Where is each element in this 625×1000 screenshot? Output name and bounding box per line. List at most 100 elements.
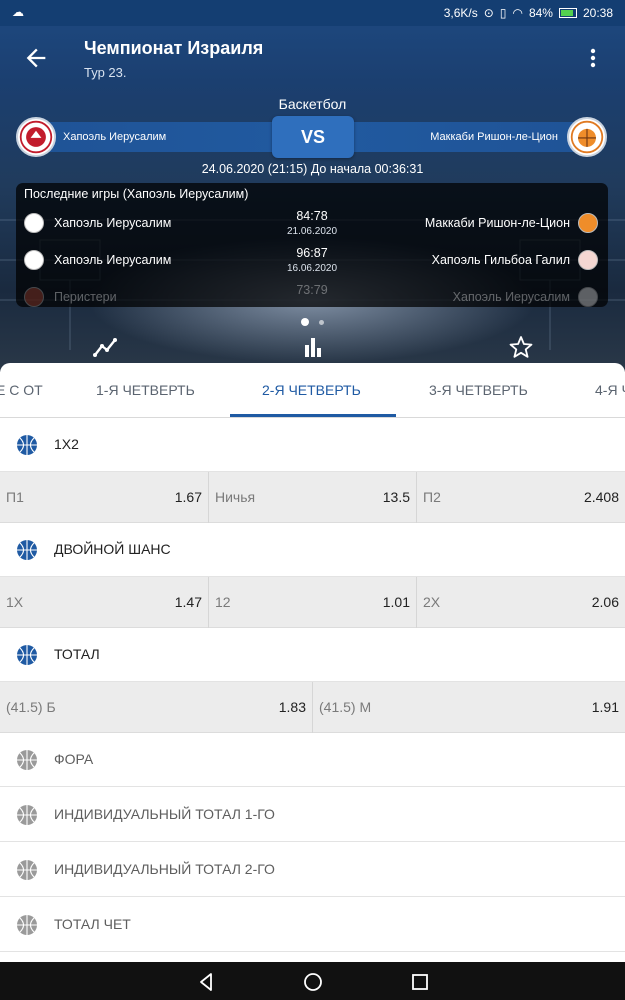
market-title: ФОРА xyxy=(54,751,94,767)
market-1x2-header[interactable]: 1X2 xyxy=(0,418,625,472)
team-logo-icon xyxy=(578,250,598,270)
last-game-score: 84:78 xyxy=(296,209,328,223)
odds-cell[interactable]: П1 1.67 xyxy=(0,472,209,523)
odds-cell[interactable]: П2 2.408 xyxy=(417,472,625,523)
odds-cell[interactable]: 1Х 1.47 xyxy=(0,577,209,628)
more-vert-icon[interactable] xyxy=(581,46,605,70)
tab-quarter-4[interactable]: 4-Я Ч xyxy=(595,363,625,417)
last-game-home: Хапоэль Иерусалим xyxy=(54,253,172,267)
page-subtitle: Тур 23. xyxy=(84,65,127,80)
market-total-header[interactable]: ТОТАЛ xyxy=(0,628,625,682)
battery-icon xyxy=(558,8,577,18)
odds-cell[interactable]: Ничья 13.5 xyxy=(209,472,417,523)
system-nav-bar xyxy=(0,962,625,1000)
last-game-date: 16.06.2020 xyxy=(286,263,338,274)
team-logo-icon xyxy=(24,287,44,307)
market-double-chance-header[interactable]: ДВОЙНОЙ ШАНС xyxy=(0,523,625,577)
team-logo-icon xyxy=(24,250,44,270)
last-game-away: Хапоэль Гильбоа Галил xyxy=(431,253,570,267)
odds-cell[interactable]: 2Х 2.06 xyxy=(417,577,625,628)
basketball-icon xyxy=(17,540,37,560)
vibrate-icon: ▯ xyxy=(499,6,507,20)
odds-value: 1.83 xyxy=(278,699,306,715)
odds-value: 1.01 xyxy=(382,594,410,610)
last-game-away: Хапоэль Иерусалим xyxy=(452,290,570,304)
team-logo-icon xyxy=(578,287,598,307)
odds-cell[interactable]: (41.5) М 1.91 xyxy=(313,682,625,733)
tab-quarter-3[interactable]: 3-Я ЧЕТВЕРТЬ xyxy=(429,363,528,417)
vs-badge: VS xyxy=(272,116,354,158)
market-ind-total-2-header[interactable]: ИНДИВИДУАЛЬНЫЙ ТОТАЛ 2-ГО xyxy=(0,843,625,897)
away-team-logo[interactable] xyxy=(567,117,607,157)
odds-row: П1 1.67 Ничья 13.5 П2 2.408 xyxy=(0,472,625,523)
bar-chart-icon[interactable] xyxy=(298,332,328,362)
star-icon[interactable] xyxy=(506,332,536,362)
market-title: ДВОЙНОЙ ШАНС xyxy=(54,541,171,557)
odds-cell[interactable]: 12 1.01 xyxy=(209,577,417,628)
match-header: ☁ 3,6K/s ⊙ ▯ ◠ 84% 20:38 Чемпионат Израи… xyxy=(0,0,625,372)
carousel-indicator xyxy=(0,313,625,331)
tab-quarter-2[interactable]: 2-Я ЧЕТВЕРТЬ xyxy=(262,363,361,417)
odds-label: П2 xyxy=(423,489,441,505)
carousel-dot xyxy=(319,320,325,325)
match-datetime: 24.06.2020 (21:15) До начала 00:36:31 xyxy=(201,162,424,176)
market-handicap-header[interactable]: ФОРА xyxy=(0,733,625,787)
odds-cell[interactable]: (41.5) Б 1.83 xyxy=(0,682,313,733)
team-logo-icon xyxy=(24,213,44,233)
home-team-name[interactable]: Хапоэль Иерусалим xyxy=(63,131,166,143)
market-ind-total-1-header[interactable]: ИНДИВИДУАЛЬНЫЙ ТОТАЛ 1-ГО xyxy=(0,788,625,842)
market-title: ТОТАЛ xyxy=(54,646,100,662)
basketball-icon xyxy=(17,915,37,935)
line-chart-icon[interactable] xyxy=(90,332,120,362)
odds-label: 2Х xyxy=(423,594,441,610)
odds-value: 1.67 xyxy=(174,489,202,505)
odds-value: 1.91 xyxy=(591,699,619,715)
location-icon: ⊙ xyxy=(483,6,494,20)
odds-value: 13.5 xyxy=(382,489,410,505)
last-game-home: Перистери xyxy=(54,290,117,304)
odds-row: (41.5) Б 1.83 (41.5) М 1.91 xyxy=(0,682,625,733)
page-title: Чемпионат Израиля xyxy=(84,38,264,58)
app-bar: Чемпионат Израиля Тур 23. xyxy=(0,26,625,90)
odds-value: 1.47 xyxy=(174,594,202,610)
odds-value: 2.408 xyxy=(583,489,619,505)
odds-value: 2.06 xyxy=(591,594,619,610)
market-total-even-header[interactable]: ТОТАЛ ЧЕТ xyxy=(0,898,625,952)
away-team-name[interactable]: Маккаби Ришон-ле-Цион xyxy=(430,131,558,143)
basketball-icon xyxy=(17,805,37,825)
odds-label: П1 xyxy=(6,489,24,505)
basketball-icon xyxy=(17,435,37,455)
market-title: ТОТАЛ ЧЕТ xyxy=(54,916,131,932)
last-game-date: 21.06.2020 xyxy=(286,226,338,237)
odds-label: 1Х xyxy=(6,594,24,610)
tab-overtime[interactable]: Е С ОТ xyxy=(0,363,43,417)
sport-label: Баскетбол xyxy=(278,96,347,112)
nav-recents-icon[interactable] xyxy=(408,970,432,994)
basketball-icon xyxy=(17,750,37,770)
status-bar: ☁ 3,6K/s ⊙ ▯ ◠ 84% 20:38 xyxy=(0,0,625,26)
clock: 20:38 xyxy=(582,6,613,20)
odds-label: Ничья xyxy=(215,489,256,505)
basketball-icon xyxy=(17,645,37,665)
last-game-row[interactable]: Хапоэль Иерусалим 96:87 16.06.2020 Хапоэ… xyxy=(16,242,608,280)
tab-quarter-1[interactable]: 1-Я ЧЕТВЕРТЬ xyxy=(96,363,195,417)
nav-home-icon[interactable] xyxy=(301,970,325,994)
team-logo-icon xyxy=(578,213,598,233)
last-game-away: Маккаби Ришон-ле-Цион xyxy=(424,216,570,230)
last-game-score: 73:79 xyxy=(296,283,328,297)
last-games-heading: Последние игры (Хапоэль Иерусалим) xyxy=(24,187,249,201)
market-title: ИНДИВИДУАЛЬНЫЙ ТОТАЛ 2-ГО xyxy=(54,861,275,877)
odds-label: (41.5) М xyxy=(319,699,372,715)
cloud-icon: ☁ xyxy=(12,5,24,19)
back-arrow-icon[interactable] xyxy=(22,44,50,72)
odds-label: (41.5) Б xyxy=(6,699,56,715)
wifi-icon: ◠ xyxy=(512,6,523,20)
last-game-row[interactable]: Перистери 73:79 Хапоэль Иерусалим xyxy=(16,279,608,307)
nav-back-icon[interactable] xyxy=(194,970,218,994)
last-game-row[interactable]: Хапоэль Иерусалим 84:78 21.06.2020 Макка… xyxy=(16,205,608,243)
market-title: ИНДИВИДУАЛЬНЫЙ ТОТАЛ 1-ГО xyxy=(54,806,275,822)
network-speed: 3,6K/s xyxy=(443,6,478,20)
last-games-panel[interactable]: Последние игры (Хапоэль Иерусалим) Хапоэ… xyxy=(16,183,608,307)
period-tabs: Е С ОТ 1-Я ЧЕТВЕРТЬ 2-Я ЧЕТВЕРТЬ 3-Я ЧЕТ… xyxy=(0,363,625,418)
home-team-logo[interactable] xyxy=(16,117,56,157)
